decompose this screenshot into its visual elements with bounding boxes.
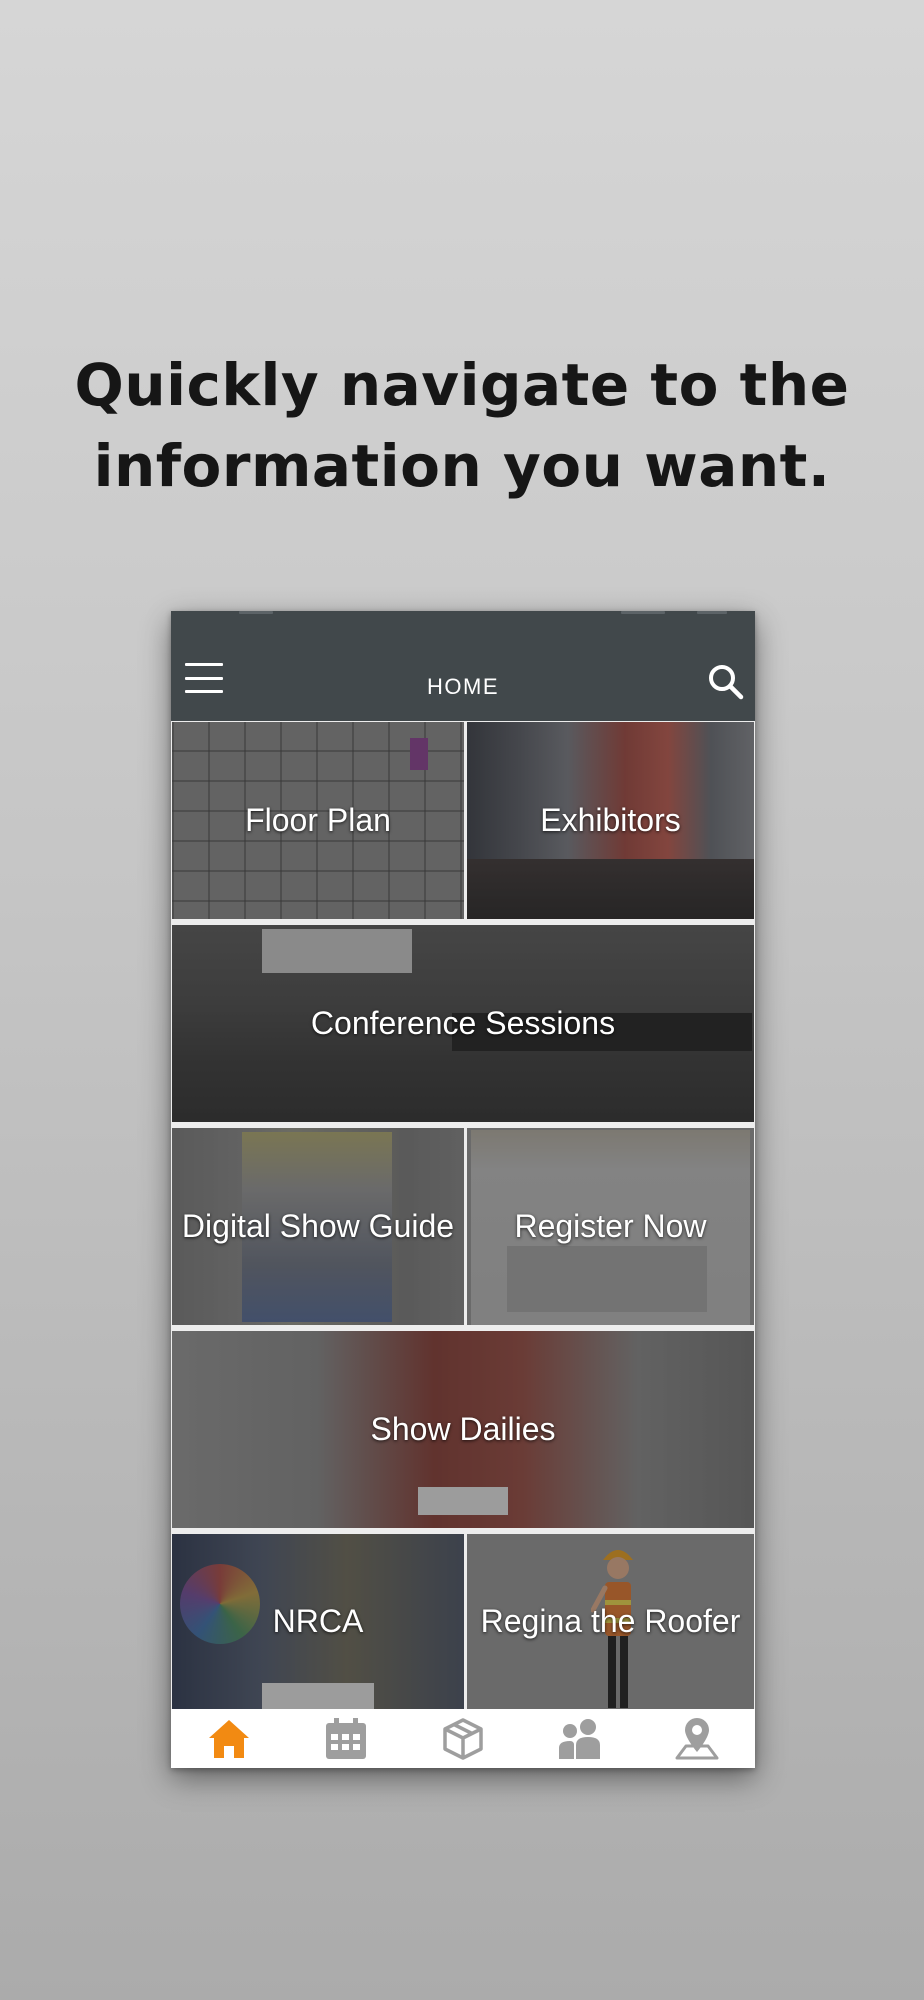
tile-label: Regina the Roofer	[480, 1603, 741, 1639]
tab-products[interactable]	[405, 1709, 522, 1768]
bottom-tab-bar	[171, 1709, 755, 1768]
tile-label: Show Dailies	[370, 1411, 556, 1447]
tile-nrca[interactable]: NRCA	[172, 1534, 464, 1709]
tab-schedule[interactable]	[288, 1709, 405, 1768]
tile-show-dailies[interactable]: Show Dailies	[172, 1331, 754, 1528]
calendar-icon	[326, 1717, 367, 1759]
phone-screen: HOME Floor Plan Exhibitors Conference Se…	[171, 611, 755, 1768]
tile-label: Conference Sessions	[310, 1005, 616, 1041]
tab-people[interactable]	[521, 1709, 638, 1768]
tab-map[interactable]	[638, 1709, 755, 1768]
home-tile-grid: Floor Plan Exhibitors Conference Session…	[171, 722, 755, 1709]
headline-line-2: information you want.	[93, 432, 831, 500]
home-icon	[209, 1719, 250, 1758]
map-pin-icon	[675, 1717, 719, 1759]
tile-digital-show-guide[interactable]: Digital Show Guide	[172, 1128, 464, 1325]
tile-register-now[interactable]: Register Now	[467, 1128, 754, 1325]
people-icon	[558, 1718, 600, 1759]
nav-bar: HOME	[171, 611, 755, 721]
tile-label: Register Now	[514, 1208, 707, 1244]
headline: Quickly navigate to the information you …	[0, 345, 924, 507]
box-icon	[443, 1717, 483, 1760]
tile-regina-the-roofer[interactable]: Regina the Roofer	[467, 1534, 754, 1709]
tile-label: Digital Show Guide	[181, 1208, 455, 1244]
search-icon[interactable]	[707, 663, 745, 701]
headline-line-1: Quickly navigate to the	[74, 351, 850, 419]
tile-label: Floor Plan	[245, 802, 391, 838]
tile-label: Exhibitors	[540, 802, 681, 838]
tile-exhibitors[interactable]: Exhibitors	[467, 722, 754, 919]
status-bar	[171, 611, 755, 617]
tab-home[interactable]	[171, 1709, 288, 1768]
tile-conference-sessions[interactable]: Conference Sessions	[172, 925, 754, 1122]
tile-floor-plan[interactable]: Floor Plan	[172, 722, 464, 919]
nav-title: HOME	[427, 674, 499, 699]
tile-label: NRCA	[272, 1603, 364, 1639]
